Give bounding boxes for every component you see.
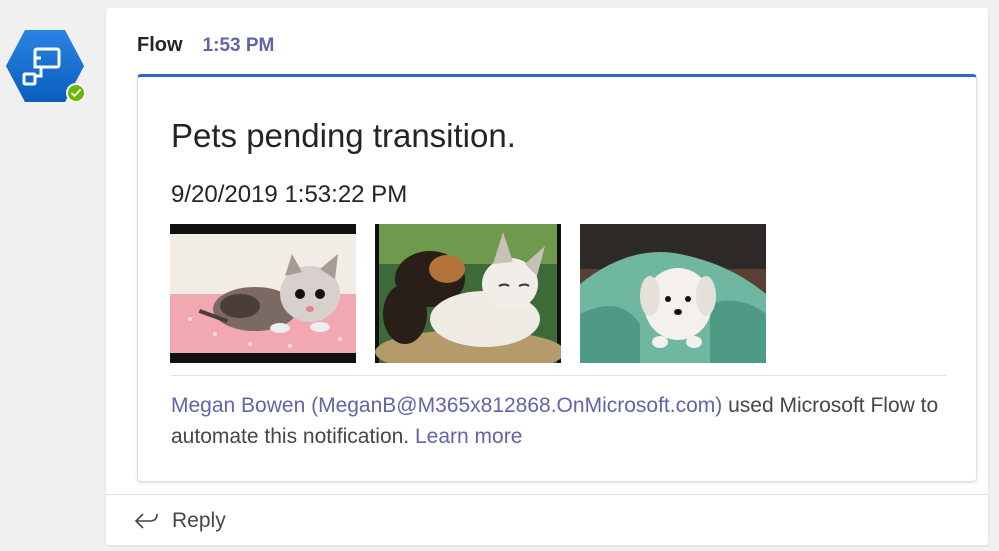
card-date: 9/20/2019 1:53:22 PM: [171, 181, 408, 208]
puppy-and-cat-photo-icon: [375, 224, 561, 363]
card-divider: [171, 375, 946, 376]
card-title: Pets pending transition.: [171, 117, 516, 154]
reply-arrow-icon: [134, 513, 158, 529]
kitten-photo-icon: [170, 224, 356, 363]
kitten-image[interactable]: [170, 224, 356, 363]
learn-more-link[interactable]: Learn more: [415, 425, 522, 448]
reply-label: Reply: [172, 509, 226, 532]
status-available-badge: [66, 83, 86, 103]
reply-bar: Reply: [106, 494, 988, 546]
white-puppy-photo-icon: [580, 224, 766, 363]
sender-name[interactable]: Flow: [137, 34, 183, 57]
user-link[interactable]: Megan Bowen (MeganB@M365x812868.OnMicros…: [171, 394, 722, 417]
puppy-and-cat-image[interactable]: [375, 224, 561, 363]
message-container: Flow 1:53 PM Pets pending transition. 9/…: [106, 8, 988, 545]
reply-button[interactable]: Reply: [134, 507, 226, 535]
adaptive-card: Pets pending transition. 9/20/2019 1:53:…: [137, 74, 977, 482]
white-puppy-image[interactable]: [580, 224, 766, 363]
message-timestamp: 1:53 PM: [202, 35, 275, 56]
card-footer: Megan Bowen (MeganB@M365x812868.OnMicros…: [171, 390, 961, 452]
checkmark-icon: [70, 88, 82, 98]
message-header: Flow 1:53 PM: [137, 34, 274, 58]
